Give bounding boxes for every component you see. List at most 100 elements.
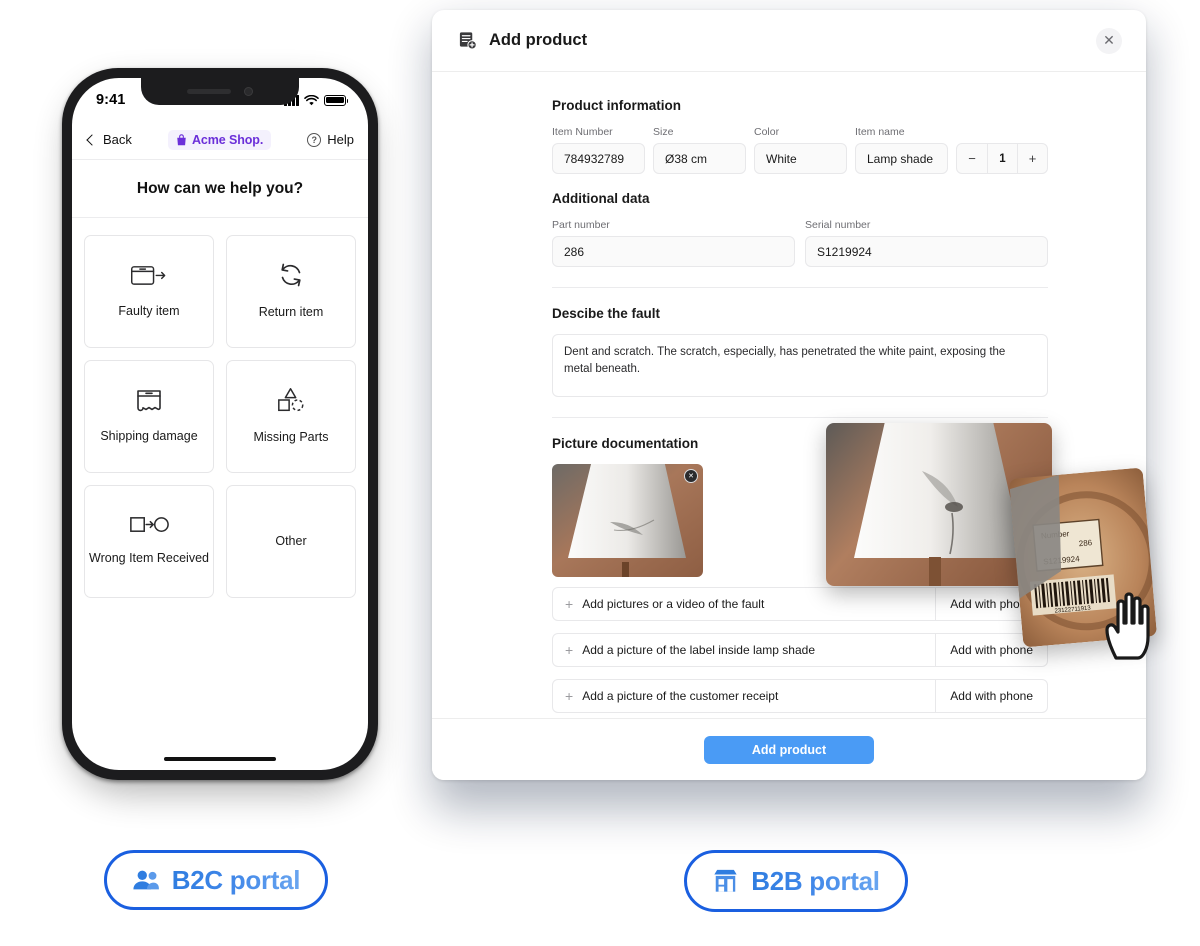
fault-description-textarea[interactable]: Dent and scratch. The scratch, especiall…	[552, 334, 1048, 397]
people-icon	[133, 870, 159, 890]
additional-data-fields: Part number 286 Serial number S1219924	[552, 219, 1048, 267]
brand-label: Acme Shop.	[191, 132, 264, 147]
phone-body: 9:41 Back Acme Shop. ? Help How can we h…	[62, 68, 378, 780]
badge-b2c-portal[interactable]: B2C portal	[104, 850, 328, 910]
divider	[552, 287, 1048, 288]
badge-b2c-label: B2C portal	[171, 864, 301, 895]
add-label-picture-label: Add a picture of the label inside lamp s…	[582, 643, 816, 657]
reason-tiles-grid: Faulty item Return item Shipping damage …	[72, 218, 368, 615]
tile-label: Wrong Item Received	[89, 551, 209, 566]
add-product-button[interactable]: Add product	[704, 735, 874, 764]
document-add-icon	[459, 32, 477, 50]
quantity-increment-button[interactable]: +	[1017, 144, 1047, 173]
quantity-value: 1	[987, 144, 1017, 173]
brand-logo: Acme Shop.	[167, 129, 272, 150]
speaker-icon	[187, 89, 231, 94]
remove-photo-icon[interactable]: ✕	[684, 469, 698, 483]
phone-nav-bar: Back Acme Shop. ? Help	[72, 120, 368, 160]
add-label-picture-row[interactable]: + Add a picture of the label inside lamp…	[552, 633, 1048, 667]
badge-b2b-portal[interactable]: B2B portal	[684, 850, 908, 912]
tile-missing-parts[interactable]: Missing Parts	[226, 360, 356, 473]
modal-title: Add product	[489, 31, 588, 49]
tile-label: Shipping damage	[100, 429, 198, 444]
phone-screen: 9:41 Back Acme Shop. ? Help How can we h…	[72, 78, 368, 770]
add-receipt-picture-row[interactable]: + Add a picture of the customer receipt …	[552, 679, 1048, 713]
add-fault-pictures-label: Add pictures or a video of the fault	[582, 597, 765, 611]
close-icon[interactable]: ✕	[1096, 27, 1122, 54]
add-fault-pictures-row[interactable]: + Add pictures or a video of the fault A…	[552, 587, 1048, 621]
product-information-heading: Product information	[552, 98, 681, 113]
chevron-left-icon	[86, 133, 98, 146]
battery-icon	[324, 94, 349, 106]
page-title: How can we help you?	[72, 160, 368, 218]
tile-shipping-damage[interactable]: Shipping damage	[84, 360, 214, 473]
modal-header: Add product ✕	[432, 10, 1146, 72]
field-label: Serial number	[805, 219, 871, 231]
add-receipt-picture-left: + Add a picture of the customer receipt	[553, 689, 778, 703]
lamp-shade-photo	[552, 464, 703, 577]
back-label: Back	[103, 132, 132, 147]
damaged-box-icon	[137, 390, 161, 412]
box-arrow-out-icon	[131, 266, 166, 286]
home-indicator	[164, 756, 276, 761]
help-label: Help	[327, 132, 354, 147]
add-product-modal: Add product ✕ Product information Item N…	[432, 10, 1146, 780]
add-label-picture-left: + Add a picture of the label inside lamp…	[553, 643, 815, 657]
label-number-value: 286	[1078, 538, 1093, 548]
product-information-fields: Item Number 784932789 Size Ø38 cm Color …	[552, 126, 1048, 174]
plus-icon: +	[565, 642, 574, 658]
status-clock: 9:41	[96, 92, 126, 108]
field-item-number: Item Number 784932789	[552, 126, 645, 174]
field-label: Part number	[552, 219, 610, 231]
field-serial-number: Serial number S1219924	[805, 219, 1048, 267]
color-input[interactable]: White	[754, 143, 847, 174]
size-input[interactable]: Ø38 cm	[653, 143, 746, 174]
shapes-missing-icon	[278, 388, 304, 412]
tile-wrong-item-received[interactable]: Wrong Item Received	[84, 485, 214, 598]
hand-cursor-icon	[1105, 592, 1150, 660]
tile-label: Other	[275, 533, 307, 548]
square-arrow-circle-icon	[130, 517, 169, 533]
field-size: Size Ø38 cm	[653, 126, 746, 174]
camera-icon	[244, 87, 253, 96]
quantity-decrement-button[interactable]: −	[957, 144, 987, 173]
field-label: Item name	[855, 126, 905, 138]
fault-photo-thumbnail[interactable]: ✕	[552, 464, 703, 577]
fault-heading: Descibe the fault	[552, 306, 661, 321]
tile-faulty-item[interactable]: Faulty item	[84, 235, 214, 348]
question-circle-icon: ?	[307, 132, 322, 147]
add-receipt-picture-label: Add a picture of the customer receipt	[582, 689, 779, 703]
modal-header-left: Add product	[458, 31, 587, 50]
return-arrows-icon	[281, 263, 301, 287]
tile-label: Return item	[258, 305, 324, 320]
plus-icon: +	[565, 688, 574, 704]
phone-mockup: 9:41 Back Acme Shop. ? Help How can we h…	[62, 68, 378, 792]
field-part-number: Part number 286	[552, 219, 795, 267]
plus-icon: +	[565, 596, 574, 612]
field-label: Color	[754, 126, 780, 138]
tile-label: Faulty item	[118, 304, 180, 319]
field-label: Item Number	[552, 126, 613, 138]
tile-return-item[interactable]: Return item	[226, 235, 356, 348]
tile-other[interactable]: Other	[226, 485, 356, 598]
badge-b2b-label: B2B portal	[751, 865, 880, 896]
back-button[interactable]: Back	[86, 132, 132, 147]
field-label: Size	[653, 126, 674, 138]
phone-notch	[141, 78, 299, 105]
item-number-input[interactable]: 784932789	[552, 143, 645, 174]
additional-data-heading: Additional data	[552, 191, 650, 206]
help-button[interactable]: ? Help	[307, 132, 354, 147]
shopping-bag-icon	[177, 133, 186, 145]
divider	[552, 417, 1048, 418]
field-color: Color White	[754, 126, 847, 174]
part-number-input[interactable]: 286	[552, 236, 795, 267]
serial-number-input[interactable]: S1219924	[805, 236, 1048, 267]
add-with-phone-button[interactable]: Add with phone	[935, 680, 1047, 712]
quantity-stepper: − 1 +	[956, 143, 1048, 174]
tile-label: Missing Parts	[253, 430, 329, 445]
modal-footer: Add product	[432, 718, 1146, 780]
add-fault-pictures-left: + Add pictures or a video of the fault	[553, 597, 764, 611]
item-name-input[interactable]: Lamp shade	[855, 143, 948, 174]
store-building-icon	[714, 869, 737, 892]
wifi-icon	[304, 94, 319, 105]
